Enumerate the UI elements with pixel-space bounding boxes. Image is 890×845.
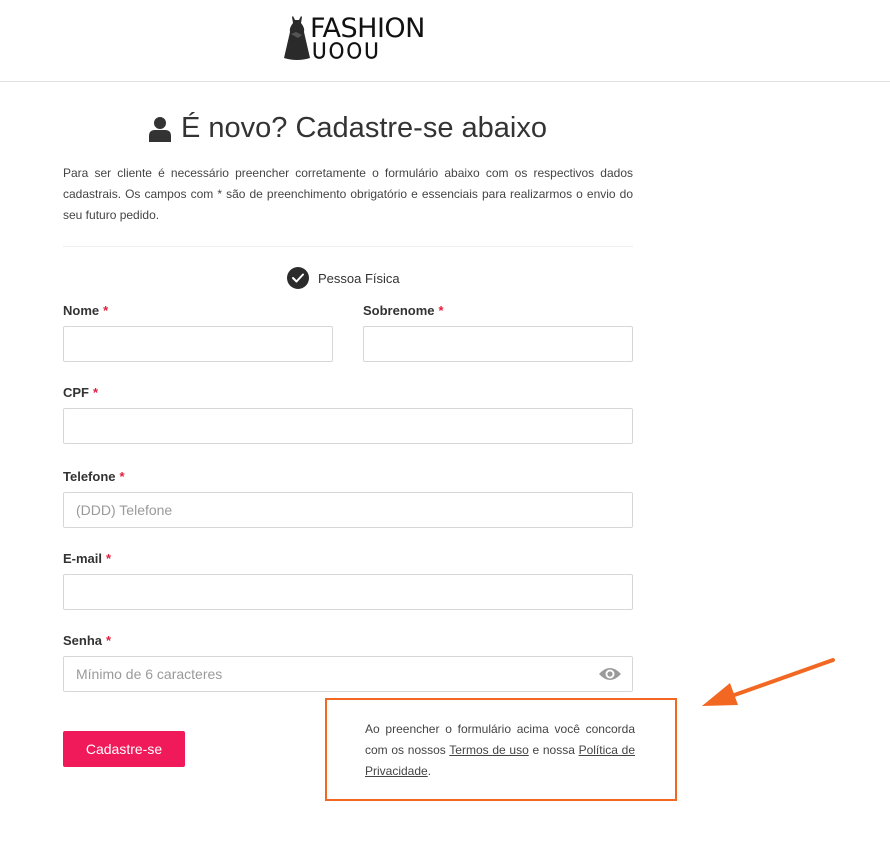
cpf-input[interactable]	[76, 418, 620, 434]
sobrenome-input[interactable]	[376, 336, 620, 352]
eye-icon[interactable]	[598, 665, 622, 683]
register-button[interactable]: Cadastre-se	[63, 731, 185, 767]
email-field[interactable]	[63, 574, 633, 610]
sobrenome-field[interactable]	[363, 326, 633, 362]
sobrenome-label-text: Sobrenome	[363, 303, 435, 318]
nome-label: Nome *	[63, 303, 108, 318]
email-label: E-mail *	[63, 551, 111, 566]
required-mark: *	[438, 303, 444, 318]
check-circle-icon	[287, 267, 309, 289]
telefone-label-text: Telefone	[63, 469, 116, 484]
terms-annotation-box: Ao preencher o formulário acima você con…	[325, 698, 677, 801]
dress-icon	[284, 16, 310, 60]
nome-field[interactable]	[63, 326, 333, 362]
site-header: FASHION UOOU	[0, 0, 890, 82]
required-mark: *	[103, 303, 109, 318]
senha-label: Senha *	[63, 633, 111, 648]
email-label-text: E-mail	[63, 551, 103, 566]
required-mark: *	[106, 551, 112, 566]
terms-text-middle: e nossa	[528, 743, 579, 757]
page-title: É novo? Cadastre-se abaixo	[63, 112, 633, 145]
intro-text: Para ser cliente é necessário preencher …	[63, 166, 633, 222]
nome-input[interactable]	[76, 336, 320, 352]
telefone-input[interactable]	[76, 502, 620, 518]
annotation-arrow-icon	[702, 658, 835, 706]
cpf-label-text: CPF	[63, 385, 89, 400]
person-type-label: Pessoa Física	[318, 270, 400, 286]
divider	[63, 246, 633, 247]
telefone-label: Telefone *	[63, 469, 125, 484]
brand-logo[interactable]: FASHION UOOU	[282, 14, 425, 64]
terms-of-use-link[interactable]: Termos de uso	[449, 743, 528, 757]
required-mark: *	[93, 385, 99, 400]
logo-text-uoou: UOOU	[311, 39, 381, 63]
required-mark: *	[119, 469, 125, 484]
user-icon	[149, 116, 172, 142]
cpf-field[interactable]	[63, 408, 633, 444]
senha-field[interactable]	[63, 656, 633, 692]
page-title-text: É novo? Cadastre-se abaixo	[181, 112, 547, 144]
senha-label-text: Senha	[63, 633, 103, 648]
person-type-option[interactable]: Pessoa Física	[287, 267, 400, 289]
required-mark: *	[106, 633, 112, 648]
senha-input[interactable]	[76, 666, 620, 682]
terms-text-after: .	[427, 764, 432, 778]
email-input[interactable]	[76, 584, 620, 600]
terms-text: Ao preencher o formulário acima você con…	[365, 719, 635, 782]
nome-label-text: Nome	[63, 303, 100, 318]
telefone-field[interactable]	[63, 492, 633, 528]
cpf-label: CPF *	[63, 385, 98, 400]
sobrenome-label: Sobrenome *	[363, 303, 444, 318]
